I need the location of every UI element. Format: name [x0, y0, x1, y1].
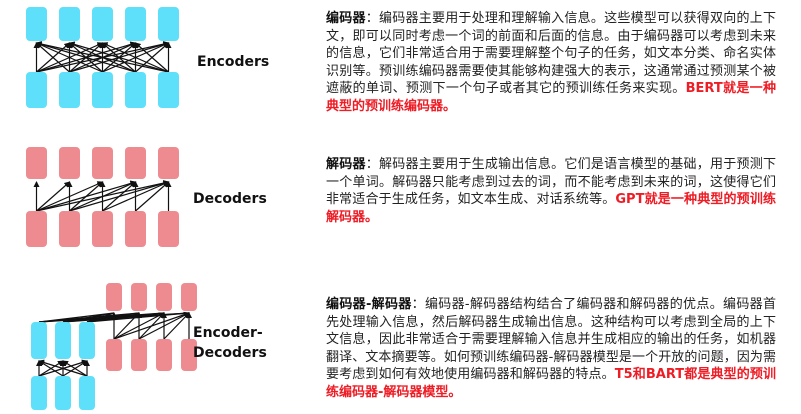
- encoder-decoders-term: 编码器-解码器: [326, 297, 412, 312]
- encdec-decoder-bottom-block: [156, 339, 172, 371]
- encdec-encoder-bottom-block: [31, 376, 47, 410]
- encoders-label: Encoders: [197, 54, 270, 70]
- decoders-colon: ：: [365, 157, 379, 172]
- encoders-colon: ：: [365, 11, 379, 26]
- encoder-top-block: [158, 7, 179, 41]
- decoder-bottom-block: [158, 211, 179, 247]
- decoder-top-block: [59, 147, 80, 179]
- encoder-top-block: [92, 7, 113, 41]
- decoder-top-block: [26, 147, 47, 179]
- encoder-top-block: [125, 7, 146, 41]
- encoder-bottom-block: [59, 72, 80, 108]
- decoder-bottom-block: [59, 211, 80, 247]
- decoder-bottom-block: [92, 211, 113, 247]
- encdec-decoder-top-block: [106, 283, 122, 311]
- decoder-bottom-block: [125, 211, 146, 247]
- encdec-decoder-top-block: [181, 283, 197, 311]
- encoder-bottom-block: [158, 72, 179, 108]
- encoder-decoders-label: Encoder- Decoders: [193, 323, 267, 363]
- encoder-decoders-description: 编码器-解码器：编码器-解码器结构结合了编码器和解码器的优点。编码器首先处理输入…: [326, 296, 776, 401]
- decoder-top-block: [92, 147, 113, 179]
- encdec-encoder-top-block: [31, 322, 47, 359]
- encoder-decoders-colon: ：: [411, 297, 425, 312]
- encoder-bottom-block: [125, 72, 146, 108]
- encdec-decoder-bottom-block: [106, 339, 122, 371]
- decoder-bottom-block: [26, 211, 47, 247]
- encoders-description: 编码器：编码器主要用于处理和理解输入信息。这些模型可以获得双向的上下文，即可以同…: [326, 10, 776, 115]
- encoder-bottom-block: [92, 72, 113, 108]
- decoders-label: Decoders: [193, 191, 267, 207]
- encdec-encoder-bottom-block: [55, 376, 71, 410]
- encdec-encoder-top-block: [79, 322, 95, 359]
- encdec-decoder-bottom-block: [131, 339, 147, 371]
- encdec-decoder-top-block: [156, 283, 172, 311]
- decoder-top-block: [158, 147, 179, 179]
- decoders-description: 解码器：解码器主要用于生成输出信息。它们是语言模型的基础，用于预测下一个单词。解…: [326, 156, 776, 226]
- encdec-encoder-top-block: [55, 322, 71, 359]
- encdec-encoder-bottom-block: [79, 376, 95, 410]
- decoder-top-block: [125, 147, 146, 179]
- decoders-term: 解码器: [326, 157, 366, 172]
- encoder-bottom-block: [26, 72, 47, 108]
- encoder-top-block: [59, 7, 80, 41]
- encoder-decoders-label-line1: Encoder-: [193, 325, 263, 341]
- encoder-top-block: [26, 7, 47, 41]
- encoders-term: 编码器: [326, 11, 366, 26]
- encoder-decoders-label-line2: Decoders: [193, 345, 267, 361]
- encdec-decoder-top-block: [131, 283, 147, 311]
